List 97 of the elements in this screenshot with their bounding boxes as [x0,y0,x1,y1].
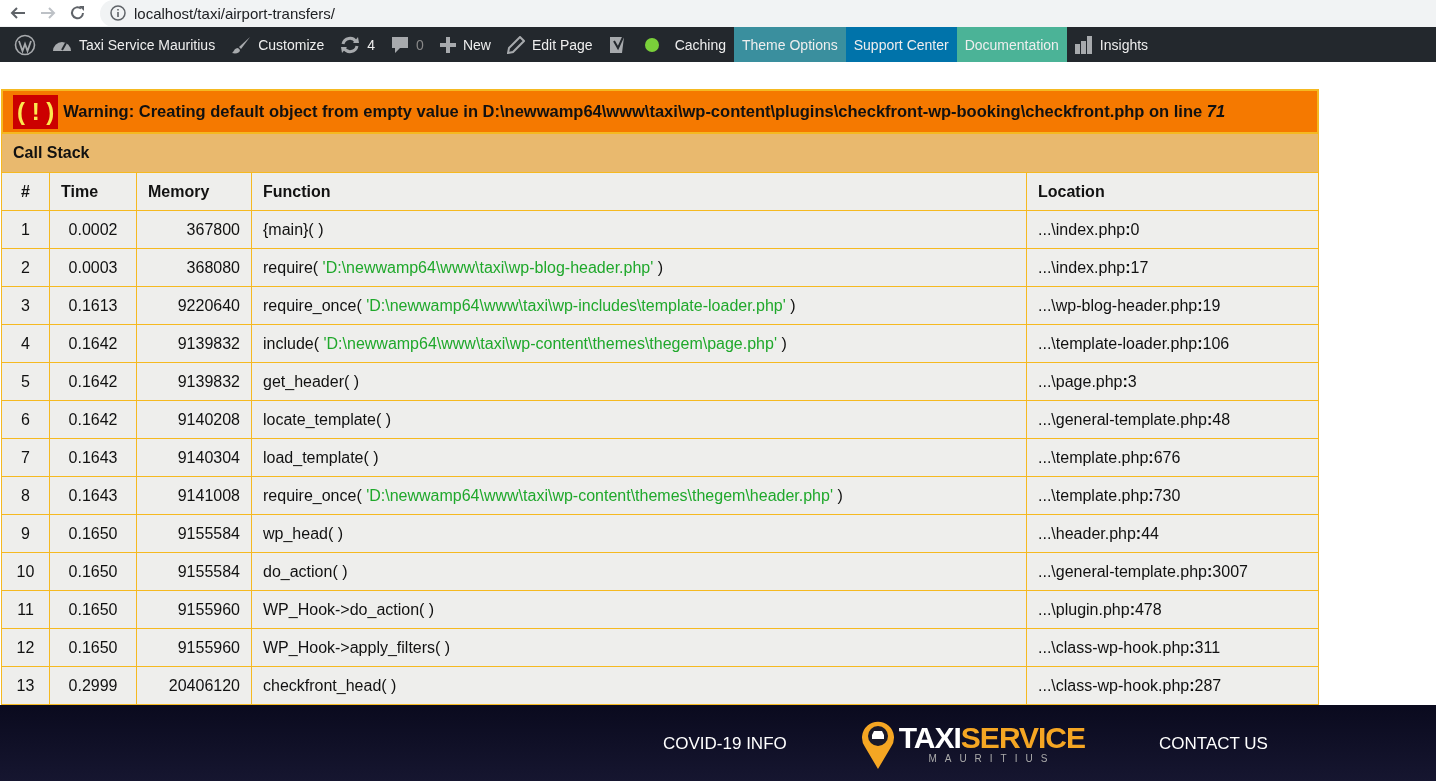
table-cell: ...\general-template.php:48 [1026,400,1319,439]
table-cell: 0.1650 [49,590,137,629]
toolbar-item[interactable]: 0 [383,27,432,62]
table-cell: 9140304 [136,438,252,477]
toolbar-item[interactable]: Taxi Service Mauritius [44,27,224,62]
footer-link[interactable]: COVID-19 INFO [663,733,787,754]
table-cell: get_header( ) [251,362,1027,401]
reload-icon[interactable] [70,5,86,21]
table-cell: 9155960 [136,628,252,667]
table-cell: 6 [1,400,50,439]
table-cell: 4 [1,324,50,363]
table-cell: 0.1650 [49,552,137,591]
info-icon [110,5,126,21]
table-cell: ...\plugin.php:478 [1026,590,1319,629]
table-cell: 0.1642 [49,324,137,363]
site-logo[interactable]: TAXISERVICE MAURITIUS [860,718,1086,769]
toolbar-item[interactable]: Edit Page [498,27,601,62]
table-cell: 0.0003 [49,248,137,287]
table-cell: 9220640 [136,286,252,325]
table-cell: ...\index.php:17 [1026,248,1319,287]
brush-icon [231,35,252,54]
toolbar-item[interactable]: Support Center [845,27,957,62]
table-cell: 0.1643 [49,438,137,477]
table-cell: ...\template.php:730 [1026,476,1319,515]
table-cell: ...\template.php:676 [1026,438,1319,477]
table-cell: WP_Hook->do_action( ) [251,590,1027,629]
table-cell: 367800 [136,210,252,249]
column-header: Time [49,172,137,211]
toolbar-item[interactable]: Insights [1066,27,1157,62]
refresh-icon [340,35,361,54]
table-cell: 10 [1,552,50,591]
table-cell: 8 [1,476,50,515]
bar-chart-icon [1074,35,1093,54]
column-header: Location [1026,172,1319,211]
table-cell: 368080 [136,248,252,287]
pencil-icon [506,35,525,54]
table-cell: 9139832 [136,362,252,401]
table-cell: 9 [1,514,50,553]
table-cell: require( 'D:\newwamp64\www\taxi\wp-blog-header.php' ) [251,248,1027,287]
table-cell: 2 [1,248,50,287]
table-cell: 1 [1,210,50,249]
table-cell: {main}( ) [251,210,1027,249]
table-cell: checkfront_head( ) [251,666,1027,705]
table-cell: require_once( 'D:\newwamp64\www\taxi\wp-content\themes\thegem\header.php' ) [251,476,1027,515]
column-header: Memory [136,172,252,211]
table-cell: load_template( ) [251,438,1027,477]
table-cell: include( 'D:\newwamp64\www\taxi\wp-content\themes\thegem\page.php' ) [251,324,1027,363]
table-cell: 13 [1,666,50,705]
table-cell: 11 [1,590,50,629]
table-cell: 0.1643 [49,476,137,515]
comment-icon [391,35,410,54]
table-cell: 9139832 [136,324,252,363]
warning-badge: ( ! ) [13,94,59,129]
table-cell: ...\template-loader.php:106 [1026,324,1319,363]
table-cell: 3 [1,286,50,325]
toolbar-item[interactable]: Caching [666,27,734,62]
table-cell: ...\page.php:3 [1026,362,1319,401]
table-cell: ...\class-wp-hook.php:287 [1026,666,1319,705]
table-cell: ...\general-template.php:3007 [1026,552,1319,591]
table-cell: 9140208 [136,400,252,439]
address-bar[interactable]: localhost/taxi/airport-transfers/ [100,0,1436,27]
table-cell: 0.1642 [49,400,137,439]
table-cell: 5 [1,362,50,401]
plus-icon [439,36,456,53]
table-cell: locate_template( ) [251,400,1027,439]
table-cell: 9155584 [136,514,252,553]
table-cell: WP_Hook->apply_filters( ) [251,628,1027,667]
table-cell: 0.0002 [49,210,137,249]
toolbar-item[interactable]: New [431,27,499,62]
warning-message: Warning: Creating default object from empty value in D:\newwamp64\www\taxi\wp-content\plugins\checkfront-wp-booking\checkfront.php on line 71 [63,102,1226,121]
table-cell: wp_head( ) [251,514,1027,553]
column-header: # [1,172,50,211]
table-cell: ...\index.php:0 [1026,210,1319,249]
table-cell: 0.2999 [49,666,137,705]
status-dot-icon [644,37,659,52]
footer-link[interactable]: CONTACT US [1159,733,1268,754]
table-cell: 9155960 [136,590,252,629]
table-cell: 0.1642 [49,362,137,401]
table-cell: 20406120 [136,666,252,705]
table-cell: ...\wp-blog-header.php:19 [1026,286,1319,325]
table-cell: ...\class-wp-hook.php:311 [1026,628,1319,667]
table-cell: 7 [1,438,50,477]
call-stack-heading: Call Stack [1,133,1319,173]
table-cell: 0.1613 [49,286,137,325]
column-header: Function [251,172,1027,211]
back-arrow-icon[interactable] [10,6,26,20]
table-cell: 9141008 [136,476,252,515]
toolbar-item[interactable]: Customize [223,27,333,62]
table-cell: 9155584 [136,552,252,591]
table-cell: require_once( 'D:\newwamp64\www\taxi\wp-includes\template-loader.php' ) [251,286,1027,325]
table-cell: 0.1650 [49,628,137,667]
table-cell: 12 [1,628,50,667]
toolbar-item[interactable]: 4 [332,27,384,62]
table-cell: ...\header.php:44 [1026,514,1319,553]
table-cell: 0.1650 [49,514,137,553]
table-cell: do_action( ) [251,552,1027,591]
wordpress-logo-icon[interactable] [14,33,36,56]
